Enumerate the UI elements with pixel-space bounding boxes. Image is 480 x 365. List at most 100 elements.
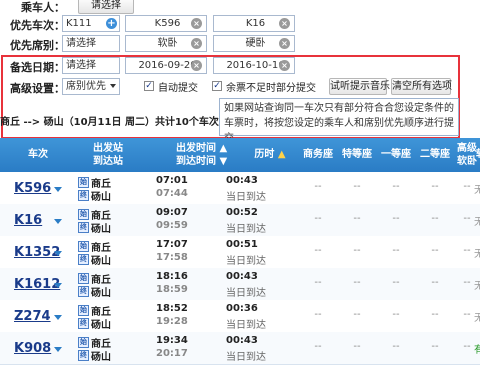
first-seat-count: -- xyxy=(392,245,400,256)
to-station: 砀山 xyxy=(91,320,111,331)
origin-station-icon: 始 xyxy=(78,337,89,348)
auto-submit-label: 自动提交 xyxy=(158,83,198,94)
header-business: 商务座 xyxy=(303,149,333,160)
header-arr-time[interactable]: 到达时间 ▼ xyxy=(176,156,234,168)
terminal-station-icon: 终 xyxy=(78,286,89,297)
business-seat-count: -- xyxy=(314,181,322,192)
chevron-down-icon[interactable] xyxy=(54,187,62,192)
chevron-down-icon[interactable] xyxy=(54,283,62,288)
business-seat-count: -- xyxy=(314,213,322,224)
train-number-link[interactable]: K908 xyxy=(14,341,51,356)
chevron-down-icon[interactable] xyxy=(54,315,62,320)
business-seat-count: -- xyxy=(314,245,322,256)
remove-train-icon[interactable]: × xyxy=(279,18,290,29)
departure-time: 18:16 xyxy=(156,271,188,282)
partial-submit-checkbox[interactable]: ✓ xyxy=(212,81,222,91)
special-seat-count: -- xyxy=(353,309,361,320)
second-seat-count: -- xyxy=(431,309,439,320)
special-seat-count: -- xyxy=(353,213,361,224)
origin-station-icon: 始 xyxy=(78,177,89,188)
special-seat-count: -- xyxy=(353,181,361,192)
train-number-link[interactable]: K16 xyxy=(14,213,42,228)
departure-time: 17:07 xyxy=(156,239,188,250)
remove-train-icon[interactable]: × xyxy=(191,18,202,29)
departure-time: 18:52 xyxy=(156,303,188,314)
to-station: 砀山 xyxy=(91,224,111,235)
header-train: 车次 xyxy=(28,149,48,160)
header-dep-time[interactable]: 出发时间 ▲ xyxy=(176,143,234,155)
to-station: 砀山 xyxy=(91,352,111,363)
chevron-down-icon[interactable] xyxy=(54,219,62,224)
auto-submit-checkbox[interactable]: ✓ xyxy=(144,81,154,91)
train-number-link[interactable]: K596 xyxy=(14,181,51,196)
to-station: 砀山 xyxy=(91,256,111,267)
soft-sleeper-count: 无 xyxy=(474,185,480,196)
duration: 00:43 xyxy=(226,271,258,282)
add-train-icon[interactable]: + xyxy=(106,18,117,29)
remove-date-icon[interactable]: × xyxy=(191,60,202,71)
arrival-day: 当日到达 xyxy=(226,256,266,267)
date-select[interactable]: 请选择 xyxy=(62,57,120,74)
arrival-day: 当日到达 xyxy=(226,352,266,363)
dropdown-arrow-icon xyxy=(110,84,116,88)
arrival-day: 当日到达 xyxy=(226,288,266,299)
backup-date-label: 备选日期： xyxy=(10,61,65,74)
header-from: 出发站 xyxy=(93,143,123,154)
arrival-time: 17:58 xyxy=(156,252,188,263)
first-seat-count: -- xyxy=(392,341,400,352)
first-seat-count: -- xyxy=(392,277,400,288)
seat-select[interactable]: 请选择 xyxy=(62,35,120,52)
business-seat-count: -- xyxy=(314,277,322,288)
terminal-station-icon: 终 xyxy=(78,190,89,201)
departure-time: 09:07 xyxy=(156,207,188,218)
premium-sleeper-count: -- xyxy=(463,245,471,256)
arrival-day: 当日到达 xyxy=(226,192,266,203)
passenger-label: 乘车人： xyxy=(21,1,65,14)
to-station: 砀山 xyxy=(91,192,111,203)
arrival-day: 当日到达 xyxy=(226,320,266,331)
remove-seat-icon[interactable]: × xyxy=(279,38,290,49)
passenger-select-button[interactable]: 请选择 xyxy=(78,0,134,14)
premium-sleeper-count: -- xyxy=(463,181,471,192)
second-seat-count: -- xyxy=(431,341,439,352)
header-first: 一等座 xyxy=(381,149,411,160)
chevron-down-icon[interactable] xyxy=(54,347,62,352)
clear-options-button[interactable]: 清空所有选项 xyxy=(391,78,452,95)
duration: 00:51 xyxy=(226,239,258,250)
duration: 00:36 xyxy=(226,303,258,314)
arrival-time: 07:44 xyxy=(156,188,188,199)
arrival-time: 19:28 xyxy=(156,316,188,327)
header-soft-sleeper: 软 xyxy=(471,149,480,161)
train-number-link[interactable]: Z274 xyxy=(14,309,51,324)
premium-sleeper-count: -- xyxy=(463,341,471,352)
premium-sleeper-count: -- xyxy=(463,309,471,320)
origin-station-icon: 始 xyxy=(78,305,89,316)
test-music-button[interactable]: 试听提示音乐 xyxy=(329,78,390,95)
premium-sleeper-count: -- xyxy=(463,213,471,224)
departure-time: 19:34 xyxy=(156,335,188,346)
departure-time: 07:01 xyxy=(156,175,188,186)
origin-station-icon: 始 xyxy=(78,273,89,284)
header-special: 特等座 xyxy=(342,149,372,160)
terminal-station-icon: 终 xyxy=(78,318,89,329)
header-duration[interactable]: 历时 ▲ xyxy=(250,149,290,161)
route-summary: 商丘 --> 砀山（10月11日 周二）共计10个车次 xyxy=(0,117,219,128)
premium-sleeper-count: -- xyxy=(463,277,471,288)
partial-submit-tooltip: 如果网站查询同一车次只有部分符合合您设定条件的车票时，将按您设定的乘车人和席别优… xyxy=(219,98,459,144)
arrival-time: 09:59 xyxy=(156,220,188,231)
soft-sleeper-count: 无 xyxy=(474,313,480,324)
arrival-day: 当日到达 xyxy=(226,224,266,235)
to-station: 砀山 xyxy=(91,288,111,299)
arrival-time: 18:59 xyxy=(156,284,188,295)
header-to: 到达站 xyxy=(93,156,123,167)
arrival-time: 20:17 xyxy=(156,348,188,359)
second-seat-count: -- xyxy=(431,213,439,224)
chevron-down-icon[interactable] xyxy=(54,251,62,256)
duration: 00:43 xyxy=(226,335,258,346)
first-seat-count: -- xyxy=(392,213,400,224)
remove-seat-icon[interactable]: × xyxy=(191,38,202,49)
soft-sleeper-count: 无 xyxy=(474,281,480,292)
remove-date-icon[interactable]: × xyxy=(279,60,290,71)
duration: 00:52 xyxy=(226,207,258,218)
special-seat-count: -- xyxy=(353,341,361,352)
